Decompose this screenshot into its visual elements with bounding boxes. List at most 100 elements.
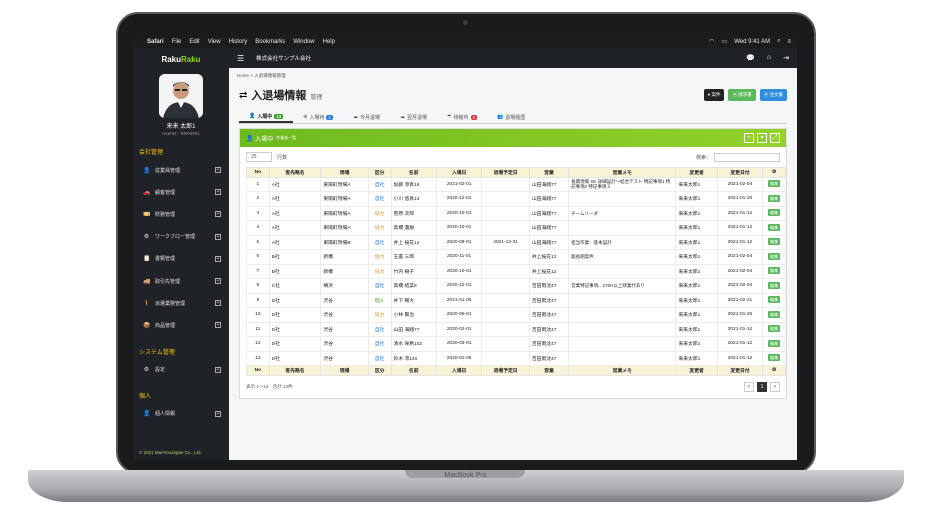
tab-exit-this-month[interactable]: ☁ 今月退場 [343,111,390,123]
column-header[interactable]: 営業メモ [568,365,677,376]
table-row[interactable]: 12 D社 渋谷 自社 清水 咲希102 2020-03-01 吉田雨沈47 来来太郎1 202… [246,336,786,352]
page-button-1[interactable]: 1 [757,381,767,392]
expand-icon[interactable]: + [215,366,221,373]
column-header[interactable]: 区分 [367,365,392,376]
menu-bookmarks[interactable]: Bookmarks [255,39,285,45]
edit-button[interactable]: 編集 [768,194,781,202]
prev-page-button[interactable]: < [744,381,754,392]
sidebar-item-customers[interactable]: 🚗 顧客管理 + [133,181,229,203]
home-icon[interactable]: ⌂ [767,54,771,62]
logout-icon[interactable]: ⇥ [783,54,789,62]
column-header[interactable]: 変更者 [675,365,718,376]
table-row[interactable]: 5 A社 東陽町現場B 自社 井上 桜花12 2020-08-01 2021-12-31 山田… [246,234,786,250]
clock[interactable]: Wed 9:41 AM [734,39,770,45]
edit-button[interactable]: 編集 [768,267,781,275]
avatar[interactable] [159,74,203,118]
chat-icon[interactable]: 💬 [746,54,755,62]
menu-list-icon[interactable]: ≡ [787,39,791,45]
edit-button[interactable]: 編集 [768,252,781,260]
edit-button[interactable]: 編集 [768,180,781,188]
order-button[interactable]: ▣ 注文書 [759,89,787,101]
expand-icon[interactable]: + [215,278,221,285]
table-row[interactable]: 1 A社 東陽町現場A 自社 加藤 涼真16 2021-02-01 山田海翔77 長期現場 S… [246,176,786,192]
sidebar-item-products[interactable]: 📦 商品管理 + [133,314,229,336]
edit-button[interactable]: 編集 [768,223,781,231]
expand-icon[interactable]: + [215,255,221,262]
table-row[interactable]: 4 A社 東陽町現場A 協力 高橋 遺樹 2020-10-01 山田海翔77 来来太郎1 202… [246,220,786,236]
column-header[interactable]: 現場 [320,365,369,376]
sidebar-item-profile[interactable]: 👤 個人情報 + [133,403,229,425]
breadcrumb-home[interactable]: Home [237,73,249,78]
sidebar-item-documents[interactable]: 📋 書類管理 + [133,248,229,270]
column-header[interactable]: 変更日付 [716,365,764,376]
column-header[interactable]: No [246,365,270,376]
battery-icon[interactable]: ▭ [722,38,728,45]
invoice-button[interactable]: ▣ 請求書 [728,89,756,101]
expand-icon[interactable]: + [215,211,221,218]
column-header[interactable]: 現場 [320,167,369,178]
add-icon[interactable]: + [744,133,754,143]
expand-icon[interactable]: + [215,300,221,307]
column-header[interactable]: 名前 [390,365,437,376]
sidebar-item-dispatch[interactable]: 🚶 派遣業務管理 + [133,292,229,314]
sidebar-item-partners[interactable]: 🚚 取引先管理 + [133,270,229,292]
menu-history[interactable]: History [229,39,248,45]
edit-button[interactable]: 編集 [768,296,781,304]
table-row[interactable]: 9 D社 渋谷 個人 井下 暢大 2021-01-05 吉田雨沈47 来来太郎1 2021-02… [246,292,786,308]
column-header[interactable]: 変更日付 [716,167,764,178]
project-button[interactable]: ● 案件 [703,89,725,101]
edit-button[interactable]: 編集 [768,354,781,362]
expand-icon[interactable]: + [215,322,221,329]
edit-button[interactable]: 編集 [768,310,781,318]
search-input[interactable] [714,152,780,162]
next-page-button[interactable]: > [770,381,780,392]
column-header[interactable]: 区分 [367,167,392,178]
table-row[interactable]: 6 B社 新橋 協力 玉置 三郎 2020-11-01 井上桜花12 超長期案件 来来太郎1 20… [246,249,786,265]
column-header[interactable]: 客先略名 [268,167,322,178]
column-header[interactable]: 入場日 [435,167,483,178]
column-header[interactable]: 客先略名 [268,365,322,376]
column-settings-icon[interactable]: ⚙ [762,365,786,376]
sidebar-item-settings[interactable]: ⚙ 設定 + [133,359,229,381]
menu-view[interactable]: View [208,39,221,45]
column-settings-icon[interactable]: ⚙ [762,167,786,178]
column-header[interactable]: 変更者 [675,167,718,178]
export-icon[interactable]: ▾ [757,133,767,143]
table-row[interactable]: 11 D社 渋谷 自社 山田 海翔77 2020-02-01 吉田雨沈47 来来太郎1 2021… [246,321,786,337]
table-row[interactable]: 7 B社 新橋 協力 竹内 樹子 2020-10-01 井上桜花12 来来太郎1 2021-02… [246,263,786,279]
tab-standby[interactable]: ☂ 待機中 2 [437,111,487,123]
table-row[interactable]: 8 C社 横浜 自社 高橋 結菜8 2020-12-01 吉田雨沈47 営業特記事項、170H… [246,278,786,294]
page-length-select[interactable]: 25 [246,152,272,162]
table-row[interactable]: 2 A社 東陽町現場A 自社 小川 悠真13 2020-12-01 山田海翔77 来来太郎1 2… [246,191,786,207]
table-row[interactable]: 10 D社 渋谷 協力 小林 賢治 2020-05-01 吉田雨沈47 来来太郎1 2021-0… [246,307,786,323]
column-header[interactable]: 営業メモ [568,167,677,178]
column-header[interactable]: 営業 [528,365,570,376]
tab-exit-next-month[interactable]: ☁ 翌月退場 [390,111,437,123]
expand-icon[interactable]: + [215,189,221,196]
column-header[interactable]: No [246,167,270,178]
menu-window[interactable]: Window [293,39,314,45]
expand-icon[interactable]: + [215,233,221,240]
sidebar-item-employees[interactable]: 👤 従業員管理 + [133,159,229,181]
table-row[interactable]: 3 A社 東陽町現場A 協力 菅原 次郎 2020-10-01 山田海翔77 チームリーダ 来来… [246,205,786,221]
wifi-icon[interactable]: ◠ [709,38,714,45]
column-header[interactable]: 営業 [528,167,570,178]
hamburger-icon[interactable]: ☰ [237,54,244,63]
column-header[interactable]: 入場日 [435,365,483,376]
fullscreen-icon[interactable]: ⤢ [770,133,780,143]
tab-waiting-entry[interactable]: ⊕ 入場待 1 [293,111,343,123]
expand-icon[interactable]: + [215,410,221,417]
table-row[interactable]: 13 D社 渋谷 自社 鈴木 凛140 2020-01-05 吉田雨沈47 来来太郎1 2021… [246,350,786,366]
menu-app[interactable]: Safari [147,39,164,45]
tab-entering[interactable]: 👤 入場中 13 [239,111,294,123]
menu-edit[interactable]: Edit [189,39,199,45]
edit-button[interactable]: 編集 [768,209,781,217]
sidebar-item-finance[interactable]: 💴 財務管理 + [133,203,229,225]
menu-help[interactable]: Help [323,39,335,45]
search-icon[interactable]: ⌕ [777,38,780,45]
edit-button[interactable]: 編集 [768,281,781,289]
edit-button[interactable]: 編集 [768,325,781,333]
sidebar-item-workflow[interactable]: ⚙ ワークフロー管理 + [133,226,229,248]
edit-button[interactable]: 編集 [768,339,781,347]
menu-file[interactable]: File [172,39,182,45]
